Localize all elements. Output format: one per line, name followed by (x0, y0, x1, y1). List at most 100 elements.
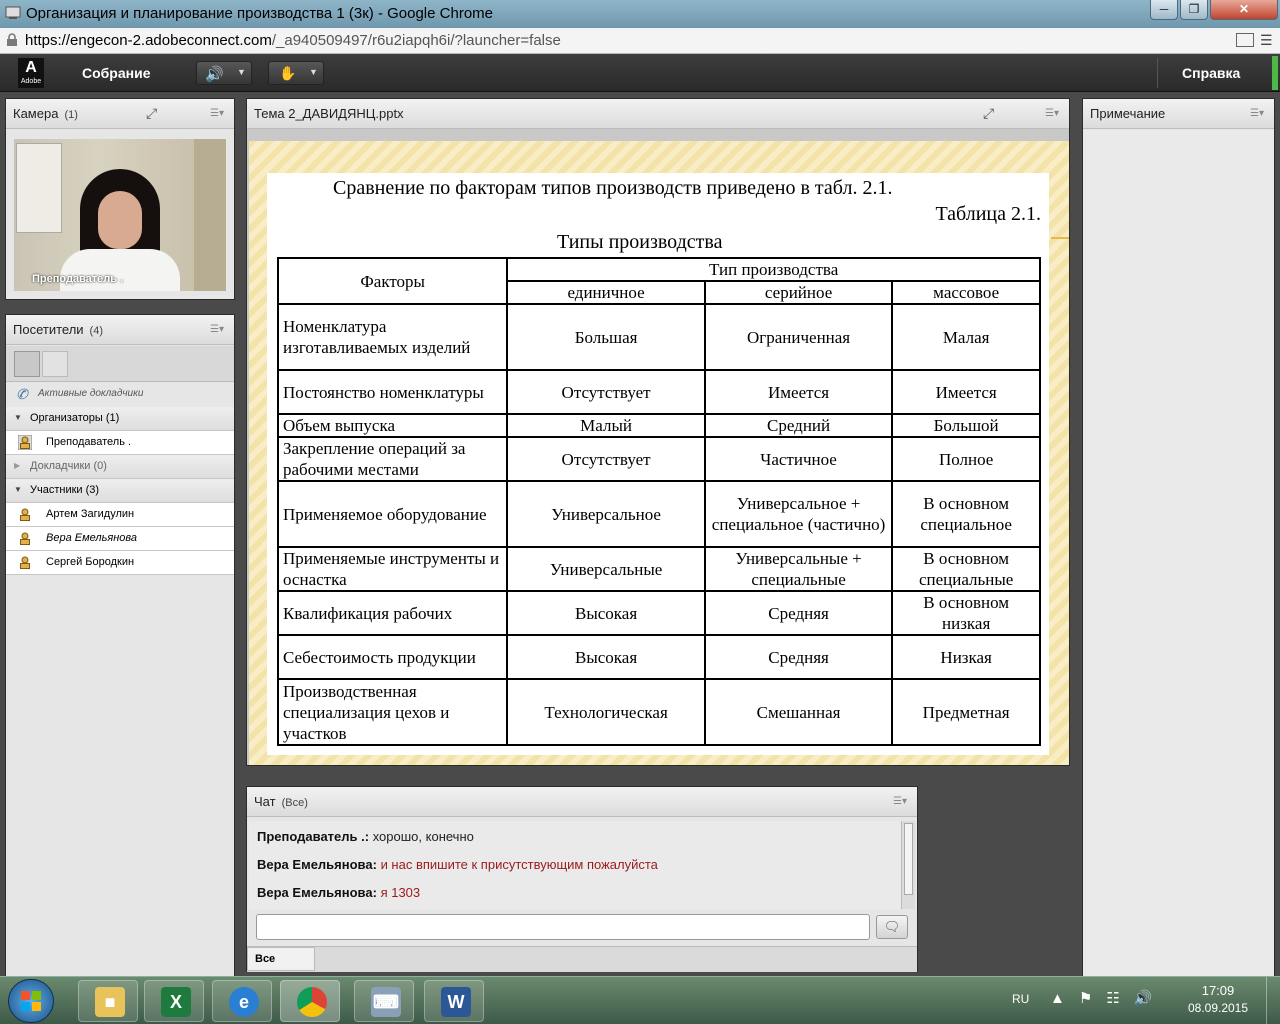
table-header: единичное (506, 280, 706, 305)
minimize-button[interactable]: ─ (1150, 0, 1178, 20)
camera-pod: Камера (1) ⤢ ☰▾ Преподаватель . (5, 98, 235, 300)
pod-title: Примечание (1090, 106, 1166, 121)
keyboard-icon: ⌨ (371, 987, 401, 1017)
system-tray[interactable]: ▲⚑☷🔊 (1050, 989, 1166, 1007)
start-button[interactable] (8, 979, 54, 1023)
tab-all[interactable]: Все (247, 947, 315, 971)
table-cell: В основном низкая (891, 590, 1041, 636)
url-host: https://engecon-2.adobeconnect.com (25, 32, 272, 49)
group-participants[interactable]: ▼ Участники (3) (6, 479, 234, 503)
host-user-icon (18, 435, 32, 450)
table-cell: Себестоимость продукции (276, 634, 509, 680)
chat-input[interactable] (256, 914, 870, 940)
pod-title: Тема 2_ДАВИДЯНЦ.pptx (254, 106, 404, 121)
list-view-icon[interactable] (14, 351, 40, 377)
table-cell: Низкая (891, 634, 1041, 680)
table-cell: Частичное (703, 436, 894, 482)
chevron-down-icon: ▼ (14, 413, 22, 422)
table-row: Номенклатура изготавливаемых изделий Боль… (276, 303, 1041, 371)
table-cell: Постоянство номенклатуры (276, 369, 509, 415)
taskbar-word[interactable]: W (424, 980, 484, 1022)
taskbar-ie[interactable]: e (212, 980, 272, 1022)
chat-scrollbar[interactable] (901, 821, 915, 909)
scroll-thumb[interactable] (904, 823, 913, 895)
audio-button[interactable]: 🔊 ▼ (196, 61, 252, 85)
status-button[interactable]: ✋ ▼ (268, 61, 324, 85)
folder-icon: ■ (95, 987, 125, 1017)
menu-icon[interactable]: ☰ (1260, 32, 1273, 49)
windows-logo-icon (21, 991, 41, 1011)
notes-pod-header: Примечание ☰▾ (1083, 99, 1274, 129)
meeting-menu[interactable]: Собрание (82, 65, 151, 81)
slide-text: Сравнение по факторам типов производств … (333, 177, 893, 199)
table-row: Применяемые инструменты и оснастка Универ… (276, 546, 1041, 592)
fullscreen-icon[interactable]: ⤢ (983, 105, 994, 122)
camera-pod-header: Камера (1) ⤢ ☰▾ (6, 99, 234, 129)
group-hosts[interactable]: ▼ Организаторы (1) (6, 407, 234, 431)
clock[interactable]: 17:09 08.09.2015 (1180, 983, 1256, 1015)
table-cell: Средний (703, 413, 894, 438)
list-item[interactable]: Сергей Бородкин (6, 551, 234, 575)
user-icon (20, 532, 30, 545)
list-item[interactable]: Артем Загидулин (6, 503, 234, 527)
notes-body[interactable] (1083, 130, 1274, 977)
pod-menu-icon[interactable]: ☰▾ (1250, 108, 1264, 119)
adobe-connect-favicon-icon (5, 6, 21, 19)
attendees-toolbar (6, 346, 234, 382)
send-button[interactable]: 🗨 (876, 915, 908, 939)
chat-message: Преподаватель .: хорошо, конечно (257, 829, 474, 844)
pod-menu-icon[interactable]: ☰▾ (893, 796, 907, 807)
slide-heading: Типы производства (557, 231, 723, 253)
list-item[interactable]: Преподаватель . (6, 431, 234, 455)
table-row: Закрепление операций за рабочими местами… (276, 436, 1041, 482)
list-item[interactable]: Вера Емельянова (6, 527, 234, 551)
table-cell: Номенклатура изготавливаемых изделий (276, 303, 509, 371)
table-row: Объем выпуска Малый Средний Большой (276, 413, 1041, 438)
user-icon (20, 508, 30, 521)
table-cell: Смешанная (703, 678, 894, 746)
close-button[interactable]: ✕ (1210, 0, 1278, 20)
share-pod-header: Тема 2_ДАВИДЯНЦ.pptx ⤢ ☰▾ (247, 99, 1069, 129)
table-cell: Отсутствует (506, 369, 706, 415)
language-indicator[interactable]: RU (1012, 992, 1029, 1006)
help-menu[interactable]: Справка (1182, 65, 1240, 81)
pod-title: Чат (Все) (254, 794, 308, 809)
chat-tabs (247, 946, 917, 972)
cast-icon[interactable] (1236, 33, 1254, 47)
show-desktop-button[interactable] (1266, 977, 1280, 1024)
taskbar-excel[interactable]: X (144, 980, 204, 1022)
video-label: Преподаватель . (32, 273, 124, 285)
table-header: Факторы (276, 257, 509, 305)
chat-messages: Преподаватель .: хорошо, конечно Вера Ем… (249, 821, 901, 909)
taskbar-chrome[interactable] (280, 980, 340, 1022)
speech-bubble-icon: 🗨 (883, 919, 901, 934)
pod-menu-icon[interactable]: ☰▾ (210, 108, 224, 119)
table-cell: В основном специальное (891, 480, 1041, 548)
table-row: Применяемое оборудование Универсальное Уни… (276, 480, 1041, 548)
raise-hand-icon: ✋ (279, 65, 297, 81)
presentation-slide: Сравнение по факторам типов производств … (249, 141, 1069, 765)
chevron-down-icon[interactable]: ▼ (237, 67, 246, 77)
pod-menu-icon[interactable]: ☰▾ (210, 324, 224, 335)
status-view-icon[interactable] (42, 351, 68, 377)
divider (1157, 58, 1158, 88)
chevron-down-icon[interactable]: ▼ (309, 67, 318, 77)
pod-menu-icon[interactable]: ☰▾ (1045, 108, 1059, 119)
table-cell: Малая (891, 303, 1041, 371)
url-field[interactable]: https://engecon-2.adobeconnect.com/_a940… (25, 32, 561, 49)
user-icon (20, 556, 30, 569)
fullscreen-icon[interactable]: ⤢ (146, 105, 157, 122)
phone-icon: ✆ (16, 386, 28, 402)
group-presenters[interactable]: ▶ Докладчики (0) (6, 455, 234, 479)
speaker-icon: 🔊 (205, 66, 224, 83)
status-indicator (1272, 56, 1278, 90)
connect-menubar: A Adobe Собрание 🔊 ▼ ✋ ▼ Справка (0, 54, 1280, 92)
table-cell: Большая (506, 303, 706, 371)
table-cell: Производственная специализация цехов и у… (276, 678, 509, 746)
taskbar-explorer[interactable]: ■ (78, 980, 138, 1022)
maximize-button[interactable]: ❐ (1180, 0, 1208, 20)
chevron-down-icon: ▼ (14, 485, 22, 494)
table-row: Производственная специализация цехов и у… (276, 678, 1041, 746)
taskbar-keyboard[interactable]: ⌨ (354, 980, 414, 1022)
attendees-pod-header: Посетители (4) ☰▾ (6, 315, 234, 345)
